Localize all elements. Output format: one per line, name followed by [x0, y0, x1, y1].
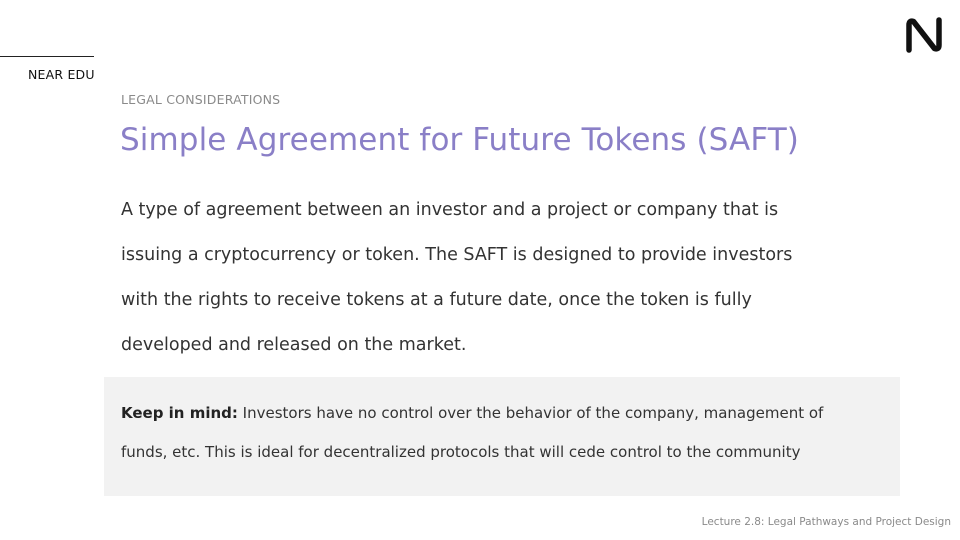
body-line: developed and released on the market.: [121, 335, 467, 355]
lecture-footer: Lecture 2.8: Legal Pathways and Project …: [701, 516, 951, 528]
slide-title: Simple Agreement for Future Tokens (SAFT…: [120, 122, 799, 158]
body-line: A type of agreement between an investor …: [121, 200, 779, 220]
callout-line: Keep in mind: Investors have no control …: [121, 394, 891, 433]
near-logo-icon: [906, 17, 942, 53]
callout-line-1-text: Investors have no control over the behav…: [237, 404, 824, 422]
callout-line-2-text: funds, etc. This is ideal for decentrali…: [121, 443, 801, 461]
body-paragraph: A type of agreement between an investor …: [121, 188, 841, 368]
keep-in-mind-callout: Keep in mind: Investors have no control …: [104, 377, 900, 496]
body-line: issuing a cryptocurrency or token. The S…: [121, 245, 793, 265]
body-line: with the rights to receive tokens at a f…: [121, 290, 752, 310]
top-divider: [0, 56, 94, 57]
callout-text: Keep in mind: Investors have no control …: [121, 394, 891, 472]
section-eyebrow: LEGAL CONSIDERATIONS: [121, 92, 281, 107]
callout-label: Keep in mind:: [121, 404, 238, 422]
brand-label: NEAR EDU: [28, 67, 95, 82]
